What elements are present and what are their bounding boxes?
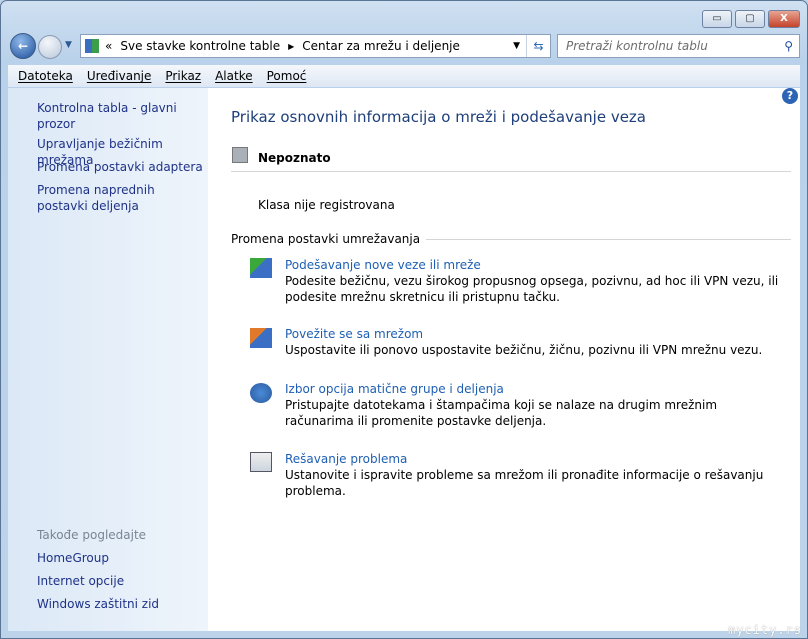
- homegroup-icon: [250, 383, 272, 403]
- search-input[interactable]: Pretraži kontrolnu tablu ⚲: [557, 34, 800, 58]
- task-new-connection: Podešavanje nove veze ili mreže Podesite…: [285, 257, 785, 305]
- sidebar-link-homegroup[interactable]: HomeGroup: [37, 550, 207, 566]
- close-button[interactable]: X: [768, 10, 800, 28]
- menu-tools[interactable]: Alatke: [215, 69, 253, 83]
- sidebar-link-internet-options[interactable]: Internet opcije: [37, 573, 207, 589]
- task-connect: Povežite se sa mrežom Uspostavite ili po…: [285, 326, 785, 358]
- address-bar[interactable]: « Sve stavke kontrolne table ▶ Centar za…: [80, 34, 551, 58]
- back-button[interactable]: ←: [10, 33, 36, 59]
- page-title: Prikaz osnovnih informacija o mreži i po…: [231, 108, 646, 126]
- breadcrumb-control-panel[interactable]: Sve stavke kontrolne table: [120, 39, 280, 53]
- network-icon: [232, 147, 248, 163]
- task-homegroup: Izbor opcija matične grupe i deljenja Pr…: [285, 381, 785, 429]
- watermark: mycity.rs: [727, 623, 802, 637]
- back-arrow-icon: ←: [17, 39, 29, 53]
- task-description: Uspostavite ili ponovo uspostavite bežič…: [285, 343, 763, 357]
- maximize-button[interactable]: ▢: [735, 10, 765, 28]
- control-panel-icon: [85, 39, 99, 53]
- breadcrumb-network-center[interactable]: Centar za mrežu i deljenje: [302, 39, 460, 53]
- see-also-heading: Takođe pogledajte: [37, 528, 147, 542]
- task-link[interactable]: Podešavanje nove veze ili mreže: [285, 257, 785, 273]
- sidebar-link-advanced-sharing[interactable]: Promena naprednih postavki deljenja: [37, 182, 202, 214]
- section-title: Promena postavki umrežavanja: [231, 232, 421, 246]
- menu-help[interactable]: Pomoć: [267, 69, 307, 83]
- breadcrumb-separator-icon[interactable]: ▶: [288, 42, 294, 51]
- sidebar: Kontrolna tabla - glavni prozor Upravlja…: [8, 88, 208, 631]
- sidebar-link-adapter-settings[interactable]: Promena postavki adaptera: [37, 159, 207, 175]
- connect-network-icon: [250, 328, 272, 348]
- task-description: Ustanovite i ispravite probleme sa mrežo…: [285, 468, 764, 498]
- menu-edit[interactable]: Uređivanje: [87, 69, 152, 83]
- new-connection-icon: [250, 258, 272, 278]
- sidebar-link-firewall[interactable]: Windows zaštitni zid: [37, 596, 207, 612]
- menu-bar: Datoteka Uređivanje Prikaz Alatke Pomoć: [8, 65, 800, 87]
- troubleshoot-icon: [250, 452, 272, 472]
- sidebar-link-control-panel-home[interactable]: Kontrolna tabla - glavni prozor: [37, 100, 207, 132]
- breadcrumb-overflow[interactable]: «: [105, 39, 112, 53]
- task-description: Podesite bežičnu, vezu širokog propusnog…: [285, 274, 779, 304]
- forward-button[interactable]: [38, 35, 62, 59]
- task-link[interactable]: Izbor opcija matične grupe i deljenja: [285, 381, 785, 397]
- recent-pages-dropdown-icon[interactable]: ▼: [65, 40, 72, 50]
- search-icon[interactable]: ⚲: [784, 39, 793, 53]
- task-link[interactable]: Povežite se sa mrežom: [285, 326, 785, 342]
- minimize-button[interactable]: ▭: [702, 10, 732, 28]
- help-icon[interactable]: ?: [782, 88, 798, 104]
- divider: [231, 171, 791, 172]
- task-link[interactable]: Rešavanje problema: [285, 451, 785, 467]
- refresh-icon[interactable]: ⇆: [526, 35, 550, 57]
- task-description: Pristupajte datotekama i štampačima koji…: [285, 398, 718, 428]
- main-content: ? Prikaz osnovnih informacija o mreži i …: [208, 88, 800, 631]
- network-status: Klasa nije registrovana: [258, 198, 395, 212]
- task-troubleshoot: Rešavanje problema Ustanovite i ispravit…: [285, 451, 785, 499]
- menu-view[interactable]: Prikaz: [165, 69, 201, 83]
- section-header: Promena postavki umrežavanja: [231, 232, 791, 246]
- search-placeholder: Pretraži kontrolnu tablu: [566, 39, 708, 53]
- menu-file[interactable]: Datoteka: [18, 69, 73, 83]
- address-dropdown-icon[interactable]: ▼: [513, 41, 520, 51]
- network-name: Nepoznato: [258, 151, 331, 165]
